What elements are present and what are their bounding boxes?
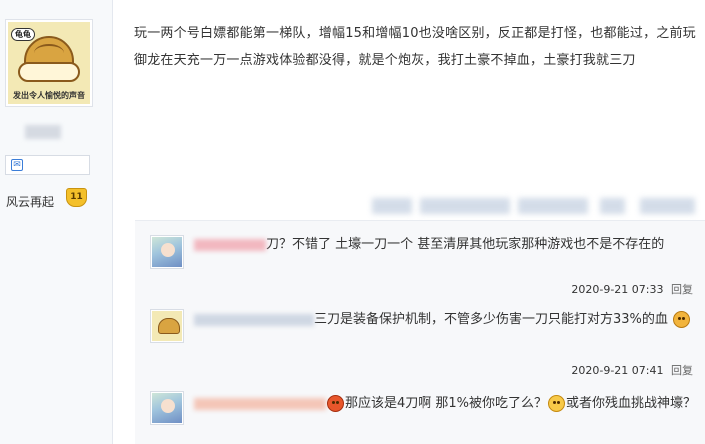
reply-avatar[interactable]: [150, 235, 184, 269]
reply-time: 2020-9-21 07:41: [571, 364, 664, 377]
post-content: 玩一两个号白嫖都能第一梯队，增幅15和增幅10也没啥区别，反正都是打怪，也都能过…: [134, 26, 696, 68]
avatar-caption: 发出令人愉悦的声音: [13, 91, 85, 100]
user-avatar[interactable]: 龟龟 发出令人愉悦的声音: [5, 19, 93, 107]
reply-author-blurred[interactable]: [194, 238, 266, 251]
reply-list: 刀？不错了 土壕一刀一个 甚至清屏其他玩家那种游戏也不是不存在的 2020-9-…: [135, 220, 705, 444]
toolbar-blurred-4[interactable]: [600, 198, 625, 214]
reply-author-blurred[interactable]: [194, 397, 326, 410]
reply-body: 那应该是4刀啊 那1%被你吃了么？: [345, 396, 548, 411]
grin-emoji-icon: [673, 311, 691, 328]
turtle-avatar: [152, 311, 182, 341]
reply-meta: 2020-9-21 07:41 回复: [571, 362, 693, 378]
message-icon: ✉: [11, 159, 23, 171]
toolbar-blurred-3[interactable]: [518, 198, 588, 214]
reply-text: 刀？不错了 土壕一刀一个 甚至清屏其他玩家那种游戏也不是不存在的: [194, 234, 699, 256]
reply-body-cont: 或者你残血挑战神壕？: [566, 396, 697, 411]
grin-teeth-emoji-icon: [548, 395, 566, 412]
reply-avatar[interactable]: [150, 391, 184, 425]
avatar-tag: 龟龟: [11, 28, 35, 41]
reply-body: ？不错了 土壕一刀一个 甚至清屏其他玩家那种游戏也不是不存在的: [279, 237, 665, 252]
rank-label: 风云再起: [6, 195, 55, 209]
toolbar-blurred-2[interactable]: [420, 198, 510, 214]
toolbar-blurred-1[interactable]: [372, 198, 412, 214]
reply-button[interactable]: 回复: [671, 364, 693, 377]
reply-avatar[interactable]: [150, 309, 184, 343]
reply-author-blurred[interactable]: [194, 313, 314, 326]
angry-emoji-icon: [327, 395, 344, 412]
level-badge: 11: [66, 188, 87, 207]
reply-text: 三刀是装备保护机制，不管多少伤害一刀只能打对方33%的血: [194, 309, 699, 331]
reply-button[interactable]: 回复: [671, 283, 693, 296]
reply-author-tail: 刀: [266, 237, 280, 252]
toolbar-blurred-5[interactable]: [640, 198, 695, 214]
send-message-button[interactable]: ✉: [5, 155, 90, 175]
reply-body: 三刀是装备保护机制，不管多少伤害一刀只能打对方33%的血: [314, 312, 668, 327]
reply-meta: 2020-9-21 07:33 回复: [571, 281, 693, 297]
reply-time: 2020-9-21 07:33: [571, 283, 664, 296]
user-sidebar: 龟龟 发出令人愉悦的声音 ✉ 风云再起 11: [0, 0, 113, 444]
anime-girl-avatar: [152, 237, 182, 267]
username-blurred[interactable]: [25, 125, 61, 139]
reply-text: 那应该是4刀啊 那1%被你吃了么？ 或者你残血挑战神壕？: [194, 393, 699, 415]
anime-girl-avatar: [152, 393, 182, 423]
turtle-avatar-image: 龟龟 发出令人愉悦的声音: [8, 22, 90, 104]
